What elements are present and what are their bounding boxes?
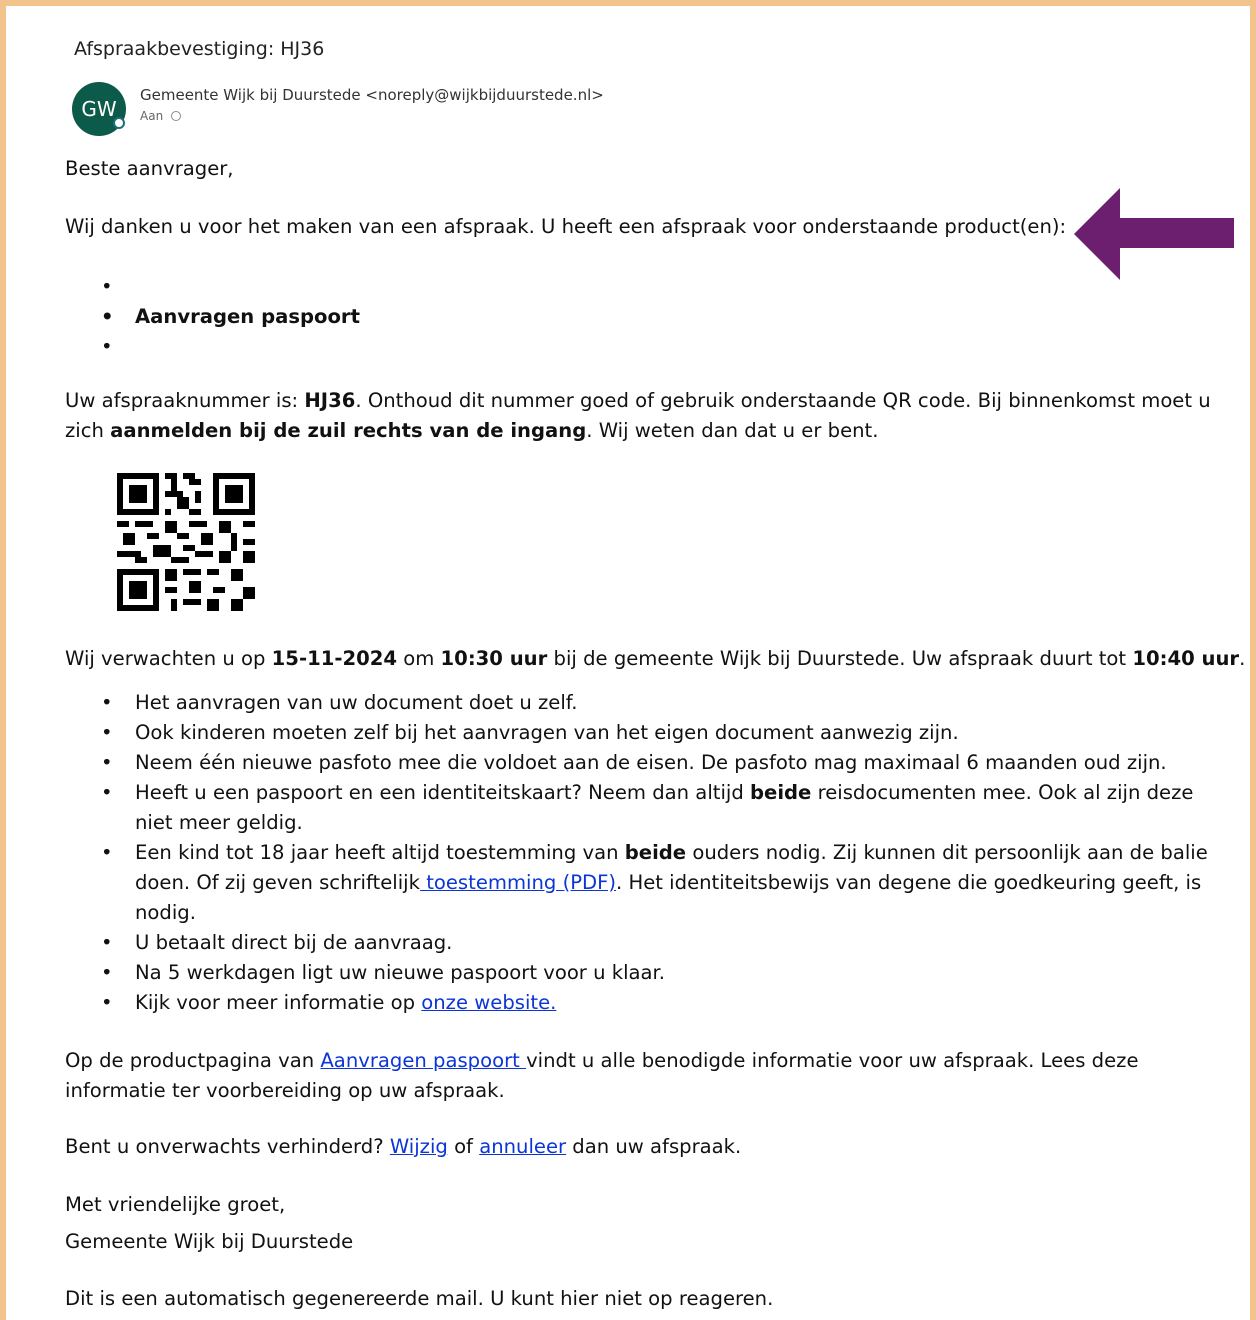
text-segment: bij de gemeente Wijk bij Duurstede. Uw a… [547, 647, 1133, 670]
annuleer-link[interactable]: annuleer [479, 1135, 566, 1158]
presence-status-icon [113, 117, 125, 129]
text-segment: . Wij weten dan dat u er bent. [586, 419, 879, 442]
toestemming-pdf-link[interactable]: toestemming (PDF) [420, 871, 616, 894]
text-segment: of [447, 1135, 480, 1158]
sender-address[interactable]: Gemeente Wijk bij Duurstede <noreply@wij… [140, 86, 604, 104]
productpage-paragraph: Op de productpagina van Aanvragen paspoo… [65, 1046, 1215, 1106]
info-item: Na 5 werkdagen ligt uw nieuwe paspoort v… [101, 958, 1215, 988]
appointment-time: 10:30 uur [440, 647, 548, 670]
appointment-number-paragraph: Uw afspraaknummer is: HJ36. Onthoud dit … [65, 386, 1215, 446]
info-item: Kijk voor meer informatie op onze websit… [101, 988, 1215, 1018]
email-subject: Afspraakbevestiging: HJ36 [74, 38, 325, 60]
info-list: Het aanvragen van uw document doet u zel… [65, 688, 1215, 1018]
product-list: Aanvragen paspoort [65, 272, 360, 362]
emphasis: beide [750, 781, 812, 804]
info-item: U betaalt direct bij de aanvraag. [101, 928, 1215, 958]
text-segment: om [397, 647, 441, 670]
emphasis: beide [624, 841, 687, 864]
website-link[interactable]: onze website. [421, 991, 556, 1014]
avatar-initials: GW [81, 97, 117, 121]
text-segment: Bent u onverwachts verhinderd? [65, 1135, 390, 1158]
aanvragen-paspoort-link[interactable]: Aanvragen paspoort [320, 1049, 526, 1072]
to-label: Aan [140, 109, 164, 123]
thanks-paragraph: Wij danken u voor het maken van een afsp… [65, 215, 1067, 238]
product-item-empty [101, 332, 360, 362]
auto-generated-note: Dit is een automatisch gegenereerde mail… [65, 1287, 774, 1310]
recipient-line: Aan [140, 109, 182, 123]
appointment-end-time: 10:40 uur [1132, 647, 1240, 670]
text-segment: Een kind tot 18 jaar heeft altijd toeste… [135, 841, 625, 864]
cancel-paragraph: Bent u onverwachts verhinderd? Wijzig of… [65, 1132, 741, 1162]
appointment-time-paragraph: Wij verwachten u op 15-11-2024 om 10:30 … [65, 644, 1245, 674]
text-segment: Uw afspraaknummer is: [65, 389, 305, 412]
recipient-status-icon [171, 111, 182, 121]
info-item: Het aanvragen van uw document doet u zel… [101, 688, 1215, 718]
info-item: Heeft u een paspoort en een identiteitsk… [101, 778, 1215, 838]
text-segment: Kijk voor meer informatie op [135, 991, 422, 1014]
text-segment: Wij verwachten u op [65, 647, 272, 670]
info-item: Ook kinderen moeten zelf bij het aanvrag… [101, 718, 1215, 748]
greeting: Beste aanvrager, [65, 157, 234, 180]
text-segment: Op de productpagina van [65, 1049, 321, 1072]
product-item-empty [101, 272, 360, 302]
closing: Met vriendelijke groet, [65, 1193, 286, 1216]
checkin-instruction: aanmelden bij de zuil rechts van de inga… [110, 419, 587, 442]
appointment-date: 15-11-2024 [271, 647, 398, 670]
signature: Gemeente Wijk bij Duurstede [65, 1230, 354, 1253]
wijzig-link[interactable]: Wijzig [390, 1135, 448, 1158]
text-segment: dan uw afspraak. [566, 1135, 742, 1158]
email-frame: Afspraakbevestiging: HJ36 GW Gemeente Wi… [0, 0, 1256, 1320]
qr-code-icon [117, 472, 255, 621]
left-arrow-icon [1074, 188, 1234, 284]
appointment-code: HJ36 [304, 389, 356, 412]
text-segment: Heeft u een paspoort en een identiteitsk… [135, 781, 750, 804]
info-item: Neem één nieuwe pasfoto mee die voldoet … [101, 748, 1215, 778]
product-item-paspoort: Aanvragen paspoort [101, 302, 360, 332]
text-segment: . [1239, 647, 1246, 670]
info-item: Een kind tot 18 jaar heeft altijd toeste… [101, 838, 1215, 928]
